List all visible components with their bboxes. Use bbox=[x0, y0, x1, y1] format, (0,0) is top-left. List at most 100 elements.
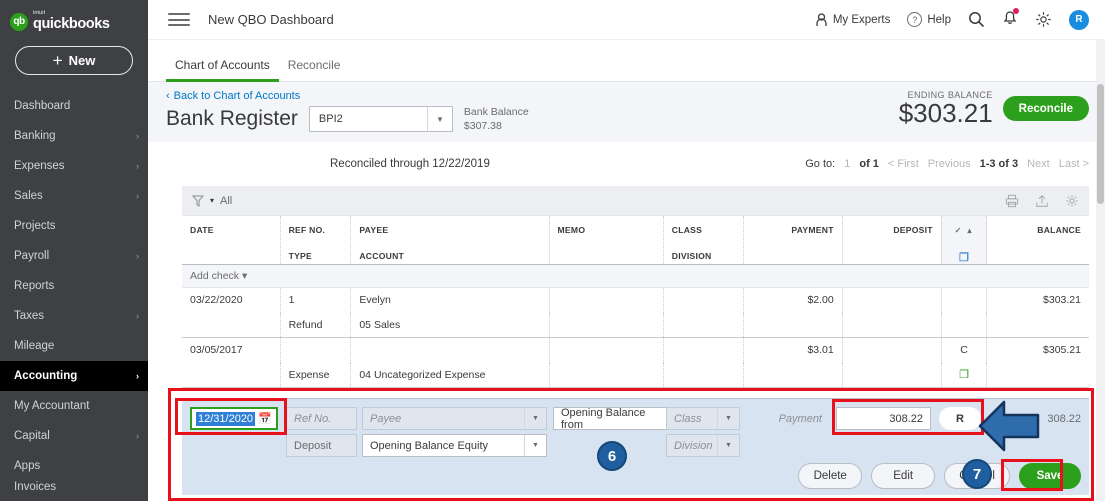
table-row[interactable]: Refund05 Sales bbox=[182, 313, 1089, 338]
cell-balance: $305.21 bbox=[987, 338, 1089, 363]
register-table: DATEREF NO.TYPEPAYEEACCOUNTMEMOCLASSDIVI… bbox=[182, 216, 1089, 388]
cell-type: Refund bbox=[280, 313, 351, 338]
cell-status bbox=[941, 288, 987, 313]
payee-placeholder: Payee bbox=[370, 413, 401, 425]
cell-payee bbox=[351, 338, 549, 363]
search-icon[interactable] bbox=[968, 11, 985, 28]
sidebar-item-expenses[interactable]: Expenses› bbox=[0, 151, 148, 181]
sidebar-item-projects[interactable]: Projects bbox=[0, 211, 148, 241]
page-range-label: 1-3 of 3 bbox=[980, 158, 1019, 170]
settings-gear-icon[interactable] bbox=[1065, 194, 1079, 208]
cell-account: 05 Sales bbox=[351, 313, 549, 338]
table-row[interactable]: 03/05/2017$3.01C$305.21 bbox=[182, 338, 1089, 363]
memo-value: Opening Balance from bbox=[561, 407, 670, 431]
account-select-value: BPI2 bbox=[319, 113, 343, 125]
division-field[interactable]: Division ▼ bbox=[666, 434, 740, 457]
sidebar-item-payroll[interactable]: Payroll› bbox=[0, 241, 148, 271]
sidebar-item-reports[interactable]: Reports bbox=[0, 271, 148, 301]
column-header-main: PAYMENT bbox=[791, 225, 833, 235]
page-scrollbar-thumb[interactable] bbox=[1097, 84, 1104, 204]
column-header-date: DATE bbox=[182, 216, 280, 265]
print-icon[interactable] bbox=[1005, 194, 1019, 208]
account-field[interactable]: Opening Balance Equity ▼ bbox=[362, 434, 547, 457]
next-page-button[interactable]: Next bbox=[1027, 158, 1050, 170]
ending-balance-block: ENDING BALANCE $303.21 Reconcile bbox=[899, 90, 1089, 126]
sidebar-item-invoices[interactable]: Invoices bbox=[0, 481, 148, 497]
chevron-down-icon[interactable]: ▼ bbox=[524, 435, 546, 456]
class-field[interactable]: Class ▼ bbox=[666, 407, 740, 430]
sidebar-item-taxes[interactable]: Taxes› bbox=[0, 301, 148, 331]
avatar[interactable]: R bbox=[1069, 10, 1089, 30]
page-number-input[interactable]: 1 bbox=[844, 158, 850, 170]
hamburger-menu-icon[interactable] bbox=[168, 10, 190, 30]
add-check-row[interactable]: Add check ▾ bbox=[182, 265, 1089, 288]
date-field[interactable]: 12/31/2020 📅 bbox=[190, 407, 278, 430]
transaction-edit-row: 12/31/2020 📅 Ref No. Payee ▼ Opening Bal… bbox=[182, 398, 1089, 495]
filter-icon[interactable] bbox=[192, 195, 204, 207]
last-page-button[interactable]: Last > bbox=[1059, 158, 1089, 170]
sidebar-item-apps[interactable]: Apps bbox=[0, 451, 148, 481]
sidebar-item-accounting[interactable]: Accounting› bbox=[0, 361, 148, 391]
deposit-field[interactable]: 308.22 bbox=[836, 407, 931, 430]
tab-reconcile[interactable]: Reconcile bbox=[279, 58, 350, 81]
quickbooks-wordmark: quickbooks bbox=[33, 17, 110, 32]
copy-icon: ❐ bbox=[941, 363, 987, 388]
sidebar-item-banking[interactable]: Banking› bbox=[0, 121, 148, 151]
filter-label[interactable]: All bbox=[220, 195, 232, 207]
bank-balance-value: $307.38 bbox=[464, 119, 529, 133]
chevron-right-icon: › bbox=[136, 131, 139, 141]
gear-icon[interactable] bbox=[1035, 11, 1052, 28]
tab-chart-of-accounts[interactable]: Chart of Accounts bbox=[166, 58, 279, 81]
ref-no-field[interactable]: Ref No. bbox=[286, 407, 357, 430]
memo-field[interactable]: Opening Balance from bbox=[553, 407, 678, 430]
type-field[interactable]: Deposit bbox=[286, 434, 357, 457]
calendar-icon[interactable]: 📅 bbox=[258, 412, 272, 425]
payment-placeholder: Payment bbox=[779, 413, 822, 425]
new-button-label: New bbox=[69, 53, 96, 68]
column-header-payment: PAYMENT bbox=[743, 216, 842, 265]
payment-field[interactable]: Payment bbox=[747, 407, 829, 430]
help-button[interactable]: ? Help bbox=[907, 12, 951, 27]
column-header-[interactable]: ✓ ▴❐ bbox=[941, 216, 987, 265]
column-header-sub: ACCOUNT bbox=[359, 251, 540, 261]
edit-button[interactable]: Edit bbox=[871, 463, 935, 489]
chevron-down-icon[interactable]: ▼ bbox=[524, 408, 546, 429]
reconcile-button[interactable]: Reconcile bbox=[1003, 96, 1089, 121]
account-select[interactable]: BPI2 ▼ bbox=[309, 106, 453, 132]
cell-class bbox=[663, 288, 743, 313]
cell-ref-no bbox=[280, 338, 351, 363]
sidebar: qb intuit quickbooks + New DashboardBank… bbox=[0, 0, 148, 501]
deposit-value: 308.22 bbox=[889, 413, 923, 425]
table-row[interactable]: 03/22/20201Evelyn$2.00$303.21 bbox=[182, 288, 1089, 313]
cell-deposit bbox=[842, 338, 941, 363]
copy-icon[interactable]: ❐ bbox=[950, 251, 979, 264]
notifications-button[interactable] bbox=[1002, 9, 1018, 31]
top-bar: New QBO Dashboard My Experts ? Help bbox=[148, 0, 1105, 40]
first-page-button[interactable]: < First bbox=[888, 158, 919, 170]
my-experts-button[interactable]: My Experts bbox=[815, 13, 891, 27]
payee-field[interactable]: Payee ▼ bbox=[362, 407, 547, 430]
sidebar-item-my-accountant[interactable]: My Accountant bbox=[0, 391, 148, 421]
previous-page-button[interactable]: Previous bbox=[928, 158, 971, 170]
filter-bar: ▾ All bbox=[182, 186, 1089, 216]
sidebar-item-capital[interactable]: Capital› bbox=[0, 421, 148, 451]
sidebar-item-label: Dashboard bbox=[14, 100, 70, 112]
page-scrollbar-track[interactable] bbox=[1096, 40, 1105, 501]
save-button[interactable]: Save bbox=[1019, 463, 1081, 489]
notification-dot bbox=[1013, 8, 1019, 14]
reconcile-status-toggle[interactable]: R bbox=[939, 407, 981, 430]
chevron-down-icon[interactable]: ▼ bbox=[717, 435, 739, 456]
sidebar-item-mileage[interactable]: Mileage bbox=[0, 331, 148, 361]
chevron-down-icon[interactable]: ▼ bbox=[717, 408, 739, 429]
sidebar-item-label: Mileage bbox=[14, 340, 54, 352]
sidebar-item-dashboard[interactable]: Dashboard bbox=[0, 91, 148, 121]
filter-caret-icon[interactable]: ▾ bbox=[210, 196, 214, 205]
sidebar-item-sales[interactable]: Sales› bbox=[0, 181, 148, 211]
question-mark-icon: ? bbox=[907, 12, 922, 27]
cell-deposit-blank bbox=[842, 363, 941, 388]
export-icon[interactable] bbox=[1035, 194, 1049, 208]
delete-button[interactable]: Delete bbox=[798, 463, 862, 489]
table-row[interactable]: Expense04 Uncategorized Expense❐ bbox=[182, 363, 1089, 388]
sidebar-item-label: Reports bbox=[14, 280, 54, 292]
new-button[interactable]: + New bbox=[15, 46, 133, 75]
